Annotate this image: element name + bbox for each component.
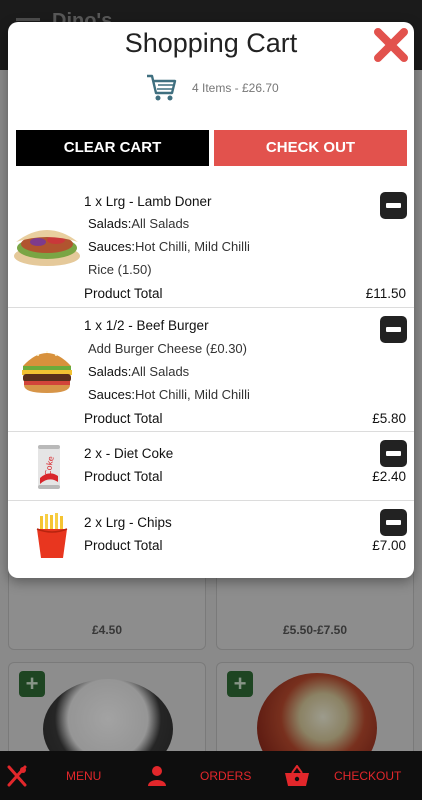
item-name: 1 x Lrg - Lamb Doner: [84, 194, 212, 209]
cart-item: 1 x 1/2 - Beef Burger Add Burger Cheese …: [8, 308, 414, 432]
remove-item-button[interactable]: [380, 509, 407, 536]
checkout-button[interactable]: CHECK OUT: [214, 130, 407, 166]
nav-menu-label: MENU: [66, 769, 102, 783]
user-icon: [148, 766, 166, 786]
remove-item-button[interactable]: [380, 440, 407, 467]
product-total-label: Product Total: [84, 286, 163, 301]
cart-summary-text: 4 Items - £26.70: [192, 81, 279, 95]
close-icon[interactable]: [372, 26, 410, 64]
nav-orders-label: ORDERS: [200, 769, 252, 783]
product-total-label: Product Total: [84, 469, 163, 484]
product-total-label: Product Total: [84, 538, 163, 553]
utensils-icon: [7, 765, 27, 787]
lamb-doner-image: [14, 230, 80, 266]
item-option: Salads:All Salads: [88, 364, 190, 379]
item-option: Salads:All Salads: [88, 216, 190, 231]
item-option: Sauces:Hot Chilli, Mild Chilli: [88, 239, 250, 254]
beef-burger-image: [22, 351, 72, 393]
item-name: 2 x Lrg - Chips: [84, 515, 172, 530]
chips-image: [36, 513, 68, 558]
diet-coke-image: Coke: [38, 445, 60, 489]
cart-item: 1 x Lrg - Lamb Doner Salads:All Salads S…: [8, 182, 414, 308]
product-total-value: £5.80: [372, 411, 406, 426]
shopping-cart-modal: Shopping Cart 4 Items - £26.70 CLEAR CAR…: [8, 22, 414, 578]
cart-item: 2 x Lrg - Chips Product Total £7.00: [8, 501, 414, 571]
product-total-value: £11.50: [365, 286, 406, 301]
item-name: 2 x - Diet Coke: [84, 446, 174, 461]
product-total-value: £2.40: [372, 469, 406, 484]
modal-title: Shopping Cart: [124, 28, 298, 58]
product-total-value: £7.00: [372, 538, 406, 553]
remove-item-button[interactable]: [380, 316, 407, 343]
item-option: Sauces:Hot Chilli, Mild Chilli: [88, 387, 250, 402]
item-option: Add Burger Cheese (£0.30): [88, 341, 247, 356]
clear-cart-button[interactable]: CLEAR CART: [16, 130, 209, 166]
item-option: Rice (1.50): [88, 262, 152, 277]
bottom-nav: MENU ORDERS CHECKOUT: [0, 751, 422, 800]
basket-icon: [285, 765, 309, 786]
cart-item: Coke 2 x - Diet Coke Product Total £2.40: [8, 432, 414, 501]
cart-summary: 4 Items - £26.70: [146, 72, 279, 104]
remove-item-button[interactable]: [380, 192, 407, 219]
cart-icon: [147, 74, 177, 101]
nav-checkout-label: CHECKOUT: [334, 769, 402, 783]
product-total-label: Product Total: [84, 411, 163, 426]
item-name: 1 x 1/2 - Beef Burger: [84, 318, 209, 333]
